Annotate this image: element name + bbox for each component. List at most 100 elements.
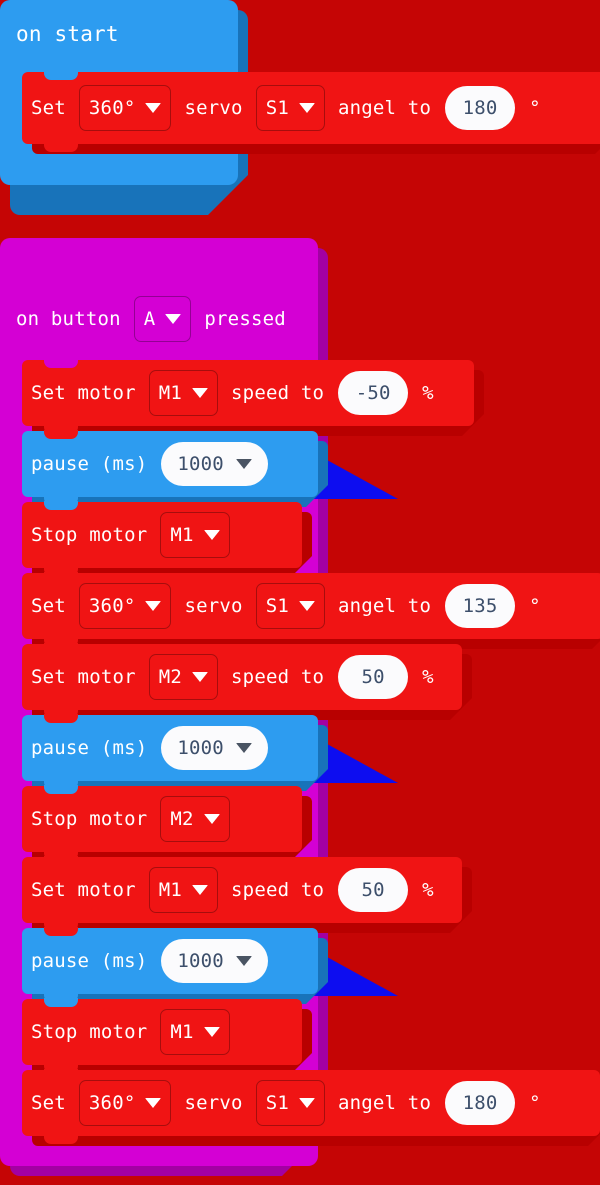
block-notch-bottom <box>44 1135 78 1144</box>
block-label: angel to <box>337 1091 432 1114</box>
block-label: % <box>422 665 434 688</box>
block-label: Set <box>31 96 66 119</box>
block-label: Set <box>31 594 66 617</box>
speed-field[interactable]: 50 <box>338 868 409 912</box>
block-notch-top <box>44 998 78 1007</box>
block-label: pause (ms) <box>31 736 148 759</box>
chevron-down-icon <box>235 743 252 753</box>
block-label: speed to <box>231 381 325 404</box>
block-label: angel to <box>337 594 432 617</box>
servo-type-dropdown[interactable]: 360° <box>78 85 172 131</box>
block-notch-top <box>44 430 78 439</box>
dropdown-value: M1 <box>170 524 194 546</box>
block-label: Set <box>31 1091 66 1114</box>
pill-value: 1000 <box>177 737 224 759</box>
block-notch-top <box>44 1069 78 1078</box>
block-set-motor-speed-1[interactable]: Set motor M1 speed to -50% <box>22 359 474 434</box>
servo-type-dropdown[interactable]: 360° <box>78 1080 172 1126</box>
block-pause-1[interactable]: pause (ms) 1000 <box>22 430 318 505</box>
dropdown-value: M1 <box>158 382 183 404</box>
pause-duration-field[interactable]: 1000 <box>161 442 268 486</box>
dropdown-value: S1 <box>265 1092 289 1114</box>
block-notch-top <box>44 71 78 80</box>
blocks-workspace[interactable]: on start Set 360° servo S1 angel to 180 ° on but… <box>0 0 600 1185</box>
speed-field[interactable]: 50 <box>338 655 409 699</box>
block-set-servo-angle-1[interactable]: Set 360° servo S1 angel to 180 ° <box>22 71 600 152</box>
chevron-down-icon <box>165 314 182 324</box>
motor-dropdown[interactable]: M1 <box>160 512 230 558</box>
block-pause-3[interactable]: pause (ms) 1000 <box>22 927 318 1002</box>
dropdown-value: 360° <box>88 97 136 119</box>
pause-duration-field[interactable]: 1000 <box>161 726 268 770</box>
chevron-down-icon <box>235 459 252 469</box>
pill-value: 1000 <box>177 453 224 475</box>
block-label: Stop motor <box>31 1020 148 1043</box>
angle-field[interactable]: 135 <box>445 584 516 628</box>
pause-duration-field[interactable]: 1000 <box>161 939 268 983</box>
block-pause-2[interactable]: pause (ms) 1000 <box>22 714 318 789</box>
block-label: Stop motor <box>31 523 148 546</box>
dropdown-value: 360° <box>88 1092 136 1114</box>
angle-field[interactable]: 180 <box>445 86 516 130</box>
block-notch-top <box>44 785 78 794</box>
chevron-down-icon <box>145 103 162 113</box>
block-label: servo <box>184 1091 243 1114</box>
block-label: servo <box>184 594 243 617</box>
dropdown-value: A <box>143 308 156 330</box>
block-stop-motor-3[interactable]: Stop motor M1 <box>22 998 302 1073</box>
block-label: % <box>422 878 434 901</box>
motor-dropdown[interactable]: M2 <box>160 796 230 842</box>
motor-dropdown[interactable]: M1 <box>148 867 219 913</box>
block-notch-top <box>44 643 78 652</box>
on-button-label-before: on button <box>16 307 121 330</box>
degree-symbol: ° <box>529 594 541 617</box>
block-notch-top <box>44 501 78 510</box>
degree-symbol: ° <box>529 1091 541 1114</box>
block-label: pause (ms) <box>31 452 148 475</box>
block-label: servo <box>184 96 243 119</box>
block-label: Set motor <box>31 381 136 404</box>
chevron-down-icon <box>298 1098 315 1108</box>
block-label: % <box>422 381 434 404</box>
servo-port-dropdown[interactable]: S1 <box>255 85 325 131</box>
chevron-down-icon <box>145 1098 162 1108</box>
block-set-motor-speed-3[interactable]: Set motor M1 speed to 50% <box>22 856 462 931</box>
chevron-down-icon <box>235 956 252 966</box>
chevron-down-icon <box>192 885 209 895</box>
motor-dropdown[interactable]: M1 <box>148 370 219 416</box>
block-notch-bottom <box>44 143 78 152</box>
chevron-down-icon <box>145 601 162 611</box>
chevron-down-icon <box>192 672 209 682</box>
block-set-motor-speed-2[interactable]: Set motor M2 speed to 50% <box>22 643 462 718</box>
block-label: angel to <box>337 96 432 119</box>
block-set-servo-angle-2[interactable]: Set 360° servo S1 angel to 135 ° <box>22 572 600 647</box>
block-notch-top <box>44 714 78 723</box>
block-label: speed to <box>231 878 325 901</box>
block-set-servo-angle-3[interactable]: Set 360° servo S1 angel to 180 ° <box>22 1069 600 1144</box>
block-stop-motor-2[interactable]: Stop motor M2 <box>22 785 302 860</box>
dropdown-value: S1 <box>265 97 289 119</box>
dropdown-value: M1 <box>158 879 183 901</box>
chevron-down-icon <box>192 388 209 398</box>
servo-port-dropdown[interactable]: S1 <box>255 1080 325 1126</box>
dropdown-value: M2 <box>158 666 183 688</box>
angle-field[interactable]: 180 <box>445 1081 516 1125</box>
servo-type-dropdown[interactable]: 360° <box>78 583 172 629</box>
block-notch-top <box>44 856 78 865</box>
chevron-down-icon <box>203 1027 220 1037</box>
dropdown-value: S1 <box>265 595 289 617</box>
servo-port-dropdown[interactable]: S1 <box>255 583 325 629</box>
on-button-label-after: pressed <box>204 307 286 330</box>
on-start-label: on start <box>16 22 119 46</box>
button-select-dropdown[interactable]: A <box>133 296 192 342</box>
motor-dropdown[interactable]: M1 <box>160 1009 230 1055</box>
on-button-pressed-hat-block[interactable]: on button Apressed <box>0 288 318 350</box>
block-stop-motor-1[interactable]: Stop motor M1 <box>22 501 302 576</box>
speed-field[interactable]: -50 <box>338 371 409 415</box>
block-notch-top <box>44 927 78 936</box>
degree-symbol: ° <box>529 96 541 119</box>
block-label: Set motor <box>31 665 136 688</box>
chevron-down-icon <box>298 601 315 611</box>
block-label: speed to <box>231 665 325 688</box>
motor-dropdown[interactable]: M2 <box>148 654 219 700</box>
